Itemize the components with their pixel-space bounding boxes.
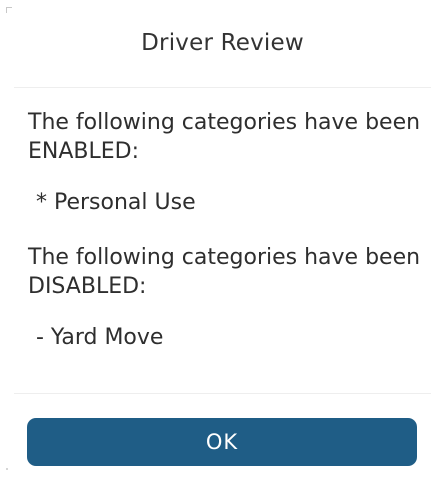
dialog-message: The following categories have been ENABL… (28, 108, 425, 378)
disabled-category-item: - Yard Move (36, 325, 164, 350)
ok-button[interactable]: OK (27, 418, 417, 466)
corner-resize-mark (6, 7, 12, 13)
dialog-title: Driver Review (141, 30, 304, 56)
footer-divider (14, 393, 431, 394)
disabled-intro-text: The following categories have been DISAB… (28, 245, 421, 299)
enabled-intro-text: The following categories have been ENABL… (28, 110, 421, 164)
title-divider (14, 87, 431, 88)
enabled-category-item: * Personal Use (36, 190, 196, 215)
edge-mark (6, 468, 8, 470)
driver-review-dialog: Driver Review The following categories h… (0, 0, 445, 479)
